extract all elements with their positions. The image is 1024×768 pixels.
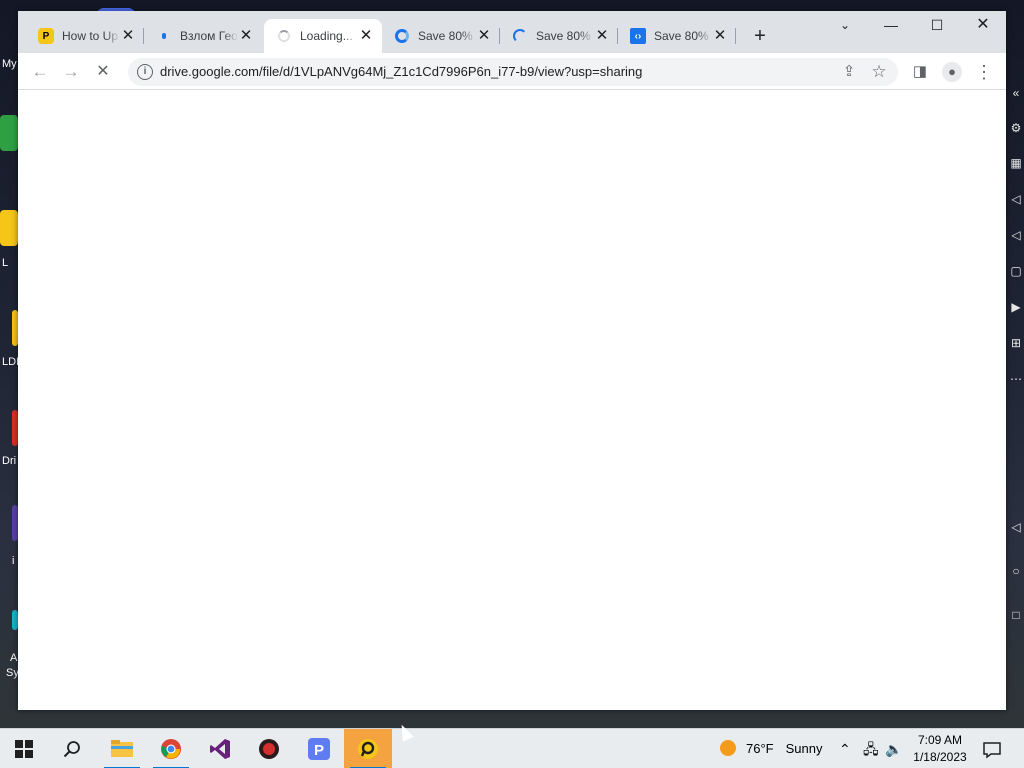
search-icon [63,741,80,758]
app-red-button[interactable] [245,729,293,768]
blue-code-icon: ‹› [630,28,646,44]
chrome-button[interactable] [147,729,195,768]
tab-save-80-2[interactable]: Save 80% ✕ [500,19,618,53]
clock-time: 7:09 AM [917,733,963,747]
weather-temp: 76°F [746,741,774,756]
windows-taskbar: P 76°F Sunny ⌃ 🖧 🔈 7:09 AM 1/18/2023 [0,728,1024,768]
tab-vzlom[interactable]: Взлом Гео ✕ [144,19,262,53]
tab-title: Взлом Гео [180,29,238,43]
home-nav-icon[interactable]: ○ [1009,564,1023,578]
visual-studio-icon [210,739,230,759]
tab-how-to-up[interactable]: P How to Up ✕ [26,19,144,53]
stop-loading-icon[interactable]: ✕ [92,61,114,83]
keyboard-icon[interactable]: ▦ [1009,156,1023,170]
close-icon[interactable]: ✕ [358,28,374,44]
chevron-up-icon[interactable]: ⌃ [839,729,851,768]
windows-logo-icon [15,740,33,758]
desktop-icon-yellow[interactable] [0,210,18,246]
network-icon[interactable]: 🖧 [863,729,879,768]
emulator-side-toolbar: « ⚙ ▦ ◁ ◁ ▢ ▶ ⊞ ⋯ ◁ ○ □ [1006,80,1024,640]
close-icon[interactable]: ✕ [476,28,492,44]
tab-title: Loading... [300,29,353,43]
back-arrow-icon[interactable]: ← [29,61,51,83]
system-clock[interactable]: 7:09 AM 1/18/2023 [910,732,970,766]
desktop-icon-green[interactable] [0,115,18,151]
screen-icon[interactable]: ▢ [1009,264,1023,278]
yellow-p-icon: P [38,28,54,44]
app-p-button[interactable]: P [295,729,343,768]
recents-nav-icon[interactable]: □ [1009,608,1023,622]
blue-dot-icon [156,28,172,44]
browser-window: P How to Up ✕ Взлом Гео ✕ Loading... ✕ S… [18,11,1006,710]
search-button[interactable] [48,729,96,768]
notification-icon [983,741,1001,759]
close-icon[interactable]: ✕ [594,28,610,44]
weather-desc: Sunny [785,741,823,756]
collapse-icon[interactable]: « [1009,86,1023,100]
tab-title: Save 80% [654,29,709,43]
start-button[interactable] [0,729,48,768]
tab-title: How to Up [62,29,119,43]
side-panel-icon[interactable]: ◨ [909,61,931,83]
settings-icon[interactable]: ⚙ [1009,121,1023,135]
desktop-icon-label: My [2,58,17,70]
forward-arrow-icon[interactable]: → [60,61,82,83]
tab-save-80-3[interactable]: ‹› Save 80% ✕ [618,19,736,53]
svg-text:P: P [314,742,324,759]
folder-icon [111,740,133,757]
tab-search-icon[interactable]: ⌄ [822,11,868,39]
volume-down-icon[interactable]: ◁ [1009,228,1023,242]
tab-title: Save 80% [536,29,591,43]
spinner-icon [276,28,292,44]
notification-button[interactable] [981,729,1003,768]
new-tab-button[interactable]: + [750,26,770,46]
address-bar[interactable]: i drive.google.com/file/d/1VLpANVg64Mj_Z… [128,58,898,86]
close-icon[interactable]: ✕ [238,28,254,44]
yellow-p-icon [358,739,378,759]
file-explorer-button[interactable] [98,729,146,768]
profile-avatar[interactable]: ● [941,61,963,83]
bookmark-star-icon[interactable]: ☆ [868,61,890,83]
visual-studio-button[interactable] [196,729,244,768]
add-icon[interactable]: ⊞ [1009,336,1023,350]
clock-date: 1/18/2023 [913,750,967,764]
edge-swirl-icon [394,28,410,44]
spinner-icon [512,28,528,44]
speaker-icon[interactable]: 🔈 [885,729,902,768]
url-text[interactable]: drive.google.com/file/d/1VLpANVg64Mj_Z1c… [160,64,642,79]
close-window-button[interactable]: ✕ [960,11,1006,39]
tab-separator [735,28,736,44]
maximize-button[interactable]: ☐ [914,11,960,39]
tab-title: Save 80% [418,29,473,43]
info-icon[interactable]: i [137,64,153,80]
desktop-icon-label: Dri [2,455,17,467]
back-nav-icon[interactable]: ◁ [1009,520,1023,534]
red-badge-icon [259,739,279,759]
p-app-icon: P [308,738,330,760]
sun-icon [720,740,736,756]
record-icon[interactable]: ▶ [1009,300,1023,314]
close-icon[interactable]: ✕ [120,28,136,44]
desktop-icon-label: L [2,257,9,269]
app-yellow-button[interactable] [344,729,392,768]
tab-save-80-1[interactable]: Save 80% ✕ [382,19,500,53]
desktop-icon-label: LDI [2,356,18,368]
menu-kebab-icon[interactable]: ⋮ [973,61,995,83]
more-icon[interactable]: ⋯ [1009,372,1023,386]
close-icon[interactable]: ✕ [712,28,728,44]
weather-widget[interactable]: 76°F Sunny [720,729,822,768]
share-icon[interactable]: ⇪ [838,61,860,83]
page-content [18,91,1006,710]
chrome-icon [161,739,181,759]
browser-toolbar: ← → ✕ i drive.google.com/file/d/1VLpANVg… [18,53,1006,90]
volume-up-icon[interactable]: ◁ [1009,192,1023,206]
tab-strip: P How to Up ✕ Взлом Гео ✕ Loading... ✕ S… [18,11,1006,53]
tab-loading[interactable]: Loading... ✕ [264,19,382,53]
minimize-button[interactable]: — [868,11,914,39]
